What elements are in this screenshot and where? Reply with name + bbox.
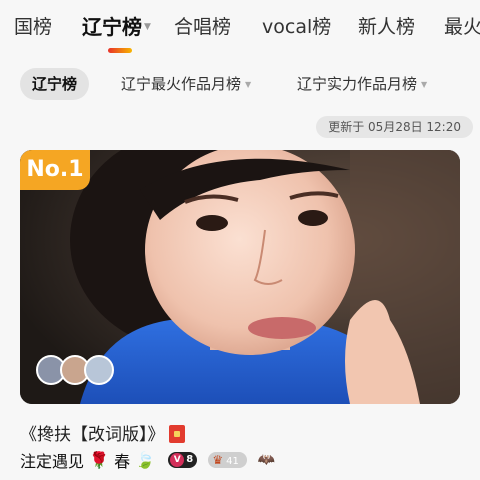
author-row[interactable]: 注定遇见 🌹 春 🍃 V8 ♛ 41 🦇	[20, 448, 276, 472]
red-envelope-icon	[168, 425, 185, 443]
top-tab-bar: 国榜 辽宁榜 ▼ 合唱榜 vocal榜 新人榜 最火	[0, 0, 480, 56]
tab-hottest[interactable]: 最火	[444, 14, 480, 40]
tab-chorus[interactable]: 合唱榜	[174, 14, 231, 40]
tab-newcomer[interactable]: 新人榜	[358, 14, 415, 40]
tab-liaoning[interactable]: 辽宁榜 ▼	[82, 14, 151, 42]
vip-icon: V	[170, 453, 185, 467]
subtab-strength-monthly[interactable]: 辽宁实力作品月榜 ▼	[297, 68, 427, 100]
song-title-text: 《搀扶【改词版】》	[20, 425, 165, 445]
subtab-hottest-monthly-label: 辽宁最火作品月榜	[121, 75, 242, 93]
tab-national[interactable]: 国榜	[14, 14, 52, 40]
rose-icon: 🌹	[89, 450, 110, 470]
leaf-icon: 🍃	[135, 450, 156, 470]
subtab-hottest-monthly[interactable]: 辽宁最火作品月榜 ▼	[121, 68, 251, 100]
level-value: 41	[226, 456, 239, 467]
author-name-suffix: 春	[114, 452, 131, 471]
subtab-strength-monthly-label: 辽宁实力作品月榜	[297, 75, 418, 93]
wing-badge-icon: 🦇	[257, 452, 276, 468]
active-tab-indicator	[108, 48, 132, 53]
vip-level: 8	[186, 454, 194, 465]
avatar[interactable]	[84, 355, 114, 385]
update-time-badge: 更新于 05月28日 12:20	[316, 116, 473, 138]
rank-badge: No.1	[20, 150, 90, 190]
top-song-card[interactable]: No.1	[20, 150, 460, 404]
chevron-down-icon: ▼	[245, 80, 252, 89]
vip-badge: V8	[168, 452, 198, 468]
sub-tab-bar: 辽宁榜 辽宁最火作品月榜 ▼ 辽宁实力作品月榜 ▼	[0, 64, 480, 104]
crown-icon: ♛	[212, 453, 224, 467]
song-title[interactable]: 《搀扶【改词版】》	[20, 420, 185, 445]
author-name: 注定遇见	[20, 452, 85, 471]
chevron-down-icon: ▼	[144, 21, 151, 32]
subtab-liaoning[interactable]: 辽宁榜	[20, 68, 90, 100]
level-badge: ♛ 41	[208, 452, 247, 468]
chevron-down-icon: ▼	[421, 80, 428, 89]
tab-vocal[interactable]: vocal榜	[262, 14, 331, 40]
tab-liaoning-label: 辽宁榜	[82, 15, 142, 39]
